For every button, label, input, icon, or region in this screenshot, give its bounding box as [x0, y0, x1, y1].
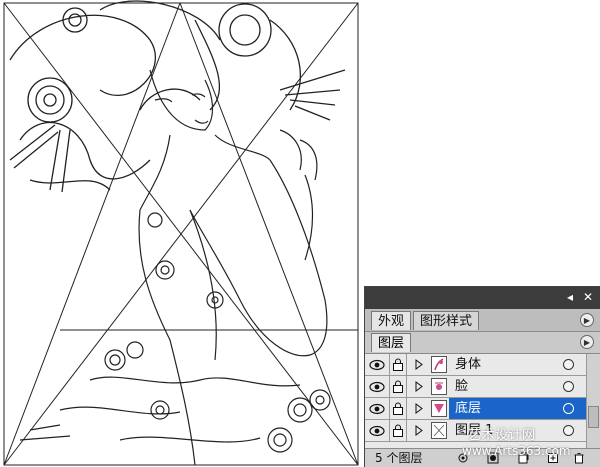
scrollbar-thumb[interactable]	[588, 406, 599, 428]
watermark-title: 艺术设计网	[468, 428, 536, 443]
layer-thumbnail	[431, 356, 447, 373]
tab-layers[interactable]: 图层	[371, 333, 412, 352]
layer-target-icon[interactable]	[563, 359, 574, 370]
lock-icon	[393, 402, 403, 415]
expand-triangle-icon[interactable]	[415, 403, 423, 414]
hair-illustration	[9, 0, 346, 193]
layer-row-base[interactable]: 底层	[365, 398, 586, 420]
lock-cell[interactable]	[389, 420, 407, 441]
layer-count: 5 个图层	[375, 451, 423, 465]
expand-triangle-icon[interactable]	[415, 359, 423, 370]
layer-thumbnail	[431, 378, 447, 395]
layer-target-icon[interactable]	[563, 403, 574, 414]
layer-name[interactable]: 底层	[449, 398, 488, 419]
tab-graphic-styles[interactable]: 图形样式	[413, 311, 480, 330]
panel-titlebar[interactable]: ◂ ✕	[365, 287, 600, 309]
close-icon[interactable]: ✕	[581, 290, 595, 304]
visibility-eye-icon[interactable]	[369, 402, 385, 416]
lock-icon	[393, 424, 403, 437]
layer-name[interactable]: 脸	[455, 376, 468, 397]
layers-menu-icon[interactable]: ▶	[580, 335, 594, 349]
cloud-patterns	[19, 212, 331, 453]
layer-row-body[interactable]: 身体	[365, 354, 586, 376]
lock-cell[interactable]	[389, 376, 407, 397]
figure-illustration	[138, 69, 328, 466]
visibility-eye-icon[interactable]	[369, 358, 385, 372]
collapse-icon[interactable]: ◂	[563, 290, 577, 304]
layer-name[interactable]: 身体	[455, 354, 481, 375]
layer-row-face[interactable]: 脸	[365, 376, 586, 398]
layer-thumbnail	[431, 400, 447, 417]
lock-cell[interactable]	[389, 354, 407, 375]
layers-tabbar: 图层 ▶	[365, 332, 600, 354]
lock-cell[interactable]	[389, 398, 407, 419]
lock-icon	[393, 380, 403, 393]
layer-target-icon[interactable]	[563, 425, 574, 436]
visibility-eye-icon[interactable]	[369, 380, 385, 394]
tab-appearance[interactable]: 外观	[371, 311, 412, 330]
lock-icon	[393, 358, 403, 371]
expand-triangle-icon[interactable]	[415, 381, 423, 392]
layer-target-icon[interactable]	[563, 381, 574, 392]
panel-tabbar: 外观 图形样式 ▶	[365, 309, 600, 332]
watermark-url: www.Arts363.com	[462, 444, 571, 458]
visibility-eye-icon[interactable]	[369, 424, 385, 438]
delete-layer-icon[interactable]	[573, 452, 585, 464]
layer-thumbnail	[431, 422, 447, 439]
expand-triangle-icon[interactable]	[415, 425, 423, 436]
layers-scrollbar[interactable]	[586, 354, 600, 450]
panel-menu-icon[interactable]: ▶	[580, 313, 594, 327]
